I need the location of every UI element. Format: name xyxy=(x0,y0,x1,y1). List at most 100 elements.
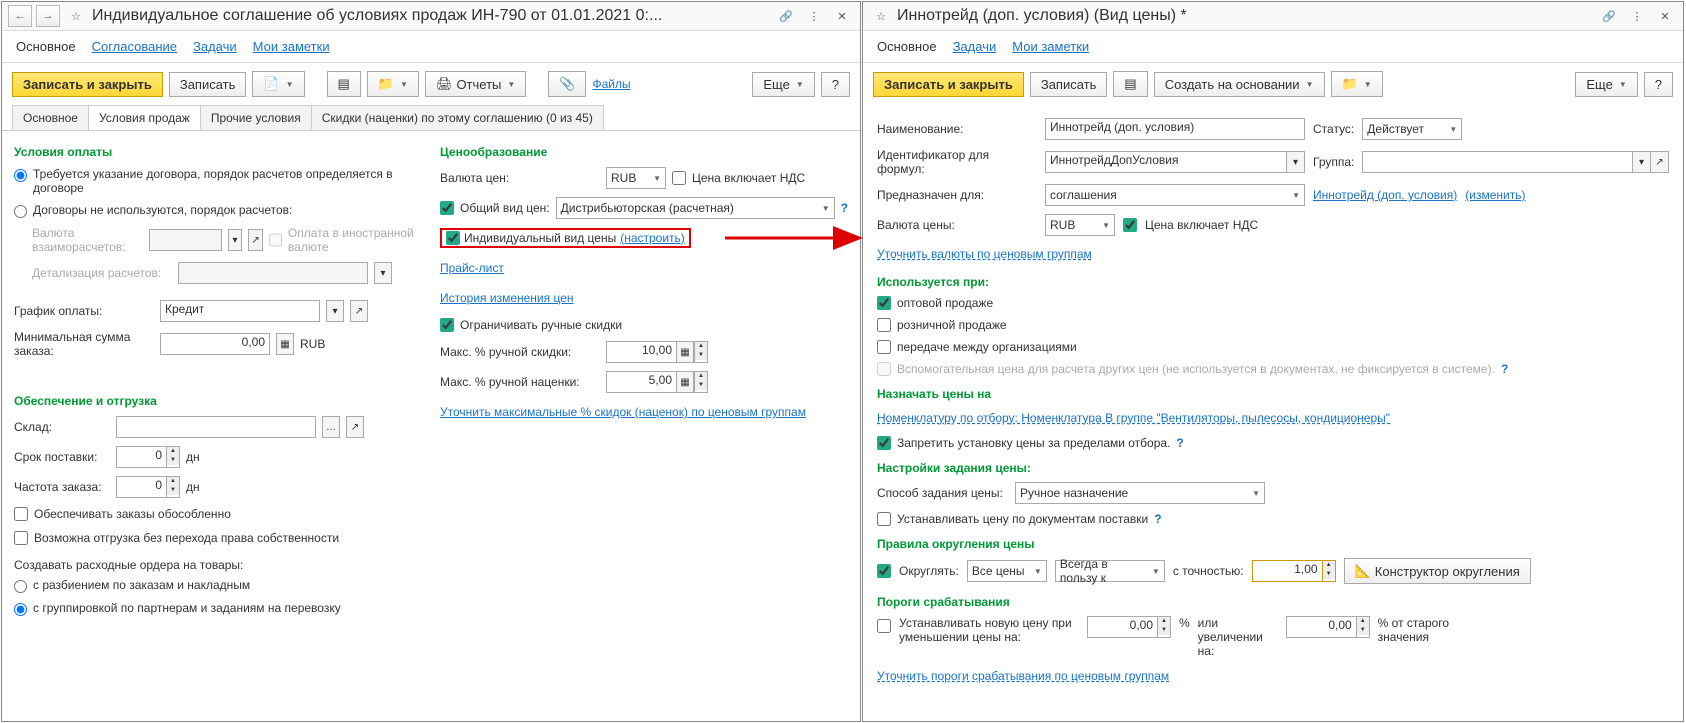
subtab-discounts[interactable]: Скидки (наценки) по этому соглашению (0 … xyxy=(311,105,604,130)
nav-approve[interactable]: Согласование xyxy=(92,39,177,54)
constructor-button[interactable]: 📐 Конструктор округления xyxy=(1344,558,1531,584)
method-select[interactable]: Ручное назначение▼ xyxy=(1015,482,1265,504)
files-link[interactable]: Файлы xyxy=(592,77,630,91)
wholesale-chk[interactable] xyxy=(877,296,891,310)
more-button[interactable]: Еще▼ xyxy=(752,72,814,97)
wh-more[interactable]: … xyxy=(322,416,340,438)
wh-open[interactable]: ↗ xyxy=(346,416,364,438)
noown-chk[interactable] xyxy=(14,531,28,545)
nav-tasks-r[interactable]: Задачи xyxy=(953,39,997,54)
assign-link[interactable]: Номенклатуру по отбору: Номенклатура В г… xyxy=(877,411,1390,425)
create-base-button[interactable]: Создать на основании▼ xyxy=(1154,72,1325,97)
retail-chk[interactable] xyxy=(877,318,891,332)
pcurr-select[interactable]: RUB▼ xyxy=(606,167,666,189)
link-icon-r[interactable]: 🔗 xyxy=(1597,5,1621,27)
name-input[interactable]: Иннотрейд (доп. условия) xyxy=(1045,118,1305,140)
save-button[interactable]: Записать xyxy=(169,72,247,97)
history-link[interactable]: История изменения цен xyxy=(440,291,574,305)
menu-icon-r[interactable]: ⋮ xyxy=(1625,5,1649,27)
common-select[interactable]: Дистрибьюторская (расчетная)▼ xyxy=(556,197,835,219)
id-dd[interactable]: ▾ xyxy=(1287,151,1305,173)
nav-main[interactable]: Основное xyxy=(16,39,76,54)
link-icon[interactable]: 🔗 xyxy=(774,5,798,27)
vat-chk[interactable] xyxy=(672,171,686,185)
dec-input[interactable]: 0,00 xyxy=(1087,616,1157,638)
maxmark-input[interactable]: 5,00 xyxy=(606,371,676,393)
bydoc-help[interactable]: ? xyxy=(1154,512,1161,526)
help-button[interactable]: ? xyxy=(821,72,850,97)
common-chk[interactable] xyxy=(440,201,454,215)
schedule-open[interactable]: ↗ xyxy=(350,300,368,322)
nav-notes-r[interactable]: Мои заметки xyxy=(1012,39,1089,54)
save-close-button-r[interactable]: Записать и закрыть xyxy=(873,72,1024,97)
freq-input[interactable]: 0 xyxy=(116,476,166,498)
radio-byorder[interactable] xyxy=(14,580,27,593)
menu-icon[interactable]: ⋮ xyxy=(802,5,826,27)
help-button-r[interactable]: ? xyxy=(1644,72,1673,97)
close-icon-r[interactable]: ✕ xyxy=(1653,5,1677,27)
for-link[interactable]: Иннотрейд (доп. условия) xyxy=(1313,188,1457,202)
attach-icon[interactable]: 📎 xyxy=(548,71,586,97)
rcurr-select[interactable]: RUB▼ xyxy=(1045,214,1115,236)
round-chk[interactable] xyxy=(877,564,891,578)
radio-bygroup[interactable] xyxy=(14,603,27,616)
close-icon[interactable]: ✕ xyxy=(830,5,854,27)
forbid-help[interactable]: ? xyxy=(1176,436,1183,450)
refine-curr-link[interactable]: Уточнить валюты по ценовым группам xyxy=(877,247,1092,261)
copy-button[interactable]: 📄▼ xyxy=(252,71,304,97)
minsum-calc[interactable]: ▦ xyxy=(276,333,294,355)
star-icon[interactable]: ☆ xyxy=(64,5,88,27)
radio-nocontract[interactable] xyxy=(14,205,27,218)
star-icon-r[interactable]: ☆ xyxy=(869,5,893,27)
schedule-dd[interactable]: ▾ xyxy=(326,300,344,322)
for-change[interactable]: (изменить) xyxy=(1465,188,1525,202)
subtab-other[interactable]: Прочие условия xyxy=(200,105,312,130)
reports-button[interactable]: 🖨 Отчеты▼ xyxy=(425,71,526,97)
freq-down[interactable]: ▼ xyxy=(167,486,179,495)
maxdisc-input[interactable]: 10,00 xyxy=(606,341,676,363)
thr-chk[interactable] xyxy=(877,619,891,633)
folder-button-r[interactable]: 📁▼ xyxy=(1331,71,1383,97)
aux-help[interactable]: ? xyxy=(1501,362,1508,376)
radio-contract[interactable] xyxy=(14,169,27,182)
folder-button[interactable]: 📁▼ xyxy=(367,71,419,97)
struct-button[interactable]: ▤ xyxy=(327,71,361,97)
pricelist-link[interactable]: Прайс-лист xyxy=(440,261,504,275)
id-input[interactable]: ИннотрейдДопУсловия xyxy=(1045,151,1287,173)
bydoc-chk[interactable] xyxy=(877,512,891,526)
configure-link[interactable]: (настроить) xyxy=(620,231,685,245)
nav-main-r[interactable]: Основное xyxy=(877,39,937,54)
rvat-chk[interactable] xyxy=(1123,218,1137,232)
forward-button[interactable]: → xyxy=(36,5,60,27)
nav-notes[interactable]: Мои заметки xyxy=(253,39,330,54)
forbid-chk[interactable] xyxy=(877,436,891,450)
schedule-input[interactable]: Кредит xyxy=(160,300,320,322)
save-button-r[interactable]: Записать xyxy=(1030,72,1108,97)
freq-up[interactable]: ▲ xyxy=(167,477,179,486)
precision-input[interactable]: 1,00 xyxy=(1252,560,1322,582)
round-rule[interactable]: Всегда в пользу к▼ xyxy=(1055,560,1165,582)
back-button[interactable]: ← xyxy=(8,5,32,27)
for-select[interactable]: соглашения▼ xyxy=(1045,184,1305,206)
individual-chk[interactable] xyxy=(446,231,460,245)
maxdisc-calc[interactable]: ▦ xyxy=(676,341,694,363)
term-up[interactable]: ▲ xyxy=(167,447,179,456)
nav-tasks[interactable]: Задачи xyxy=(193,39,237,54)
round-all[interactable]: Все цены▼ xyxy=(967,560,1047,582)
minsum-input[interactable]: 0,00 xyxy=(160,333,270,355)
save-close-button[interactable]: Записать и закрыть xyxy=(12,72,163,97)
inc-input[interactable]: 0,00 xyxy=(1286,616,1356,638)
thr-refine-link[interactable]: Уточнить пороги срабатывания по ценовым … xyxy=(877,669,1169,683)
term-input[interactable]: 0 xyxy=(116,446,166,468)
wh-input[interactable] xyxy=(116,416,316,438)
transfer-chk[interactable] xyxy=(877,340,891,354)
group-input[interactable] xyxy=(1362,151,1633,173)
limit-chk[interactable] xyxy=(440,318,454,332)
subtab-sales[interactable]: Условия продаж xyxy=(88,105,201,130)
more-button-r[interactable]: Еще▼ xyxy=(1575,72,1637,97)
refine-link[interactable]: Уточнить максимальные % скидок (наценок)… xyxy=(440,405,806,419)
term-down[interactable]: ▼ xyxy=(167,456,179,465)
status-select[interactable]: Действует▼ xyxy=(1362,118,1462,140)
maxmark-calc[interactable]: ▦ xyxy=(676,371,694,393)
individual-help[interactable]: ? xyxy=(841,231,848,245)
